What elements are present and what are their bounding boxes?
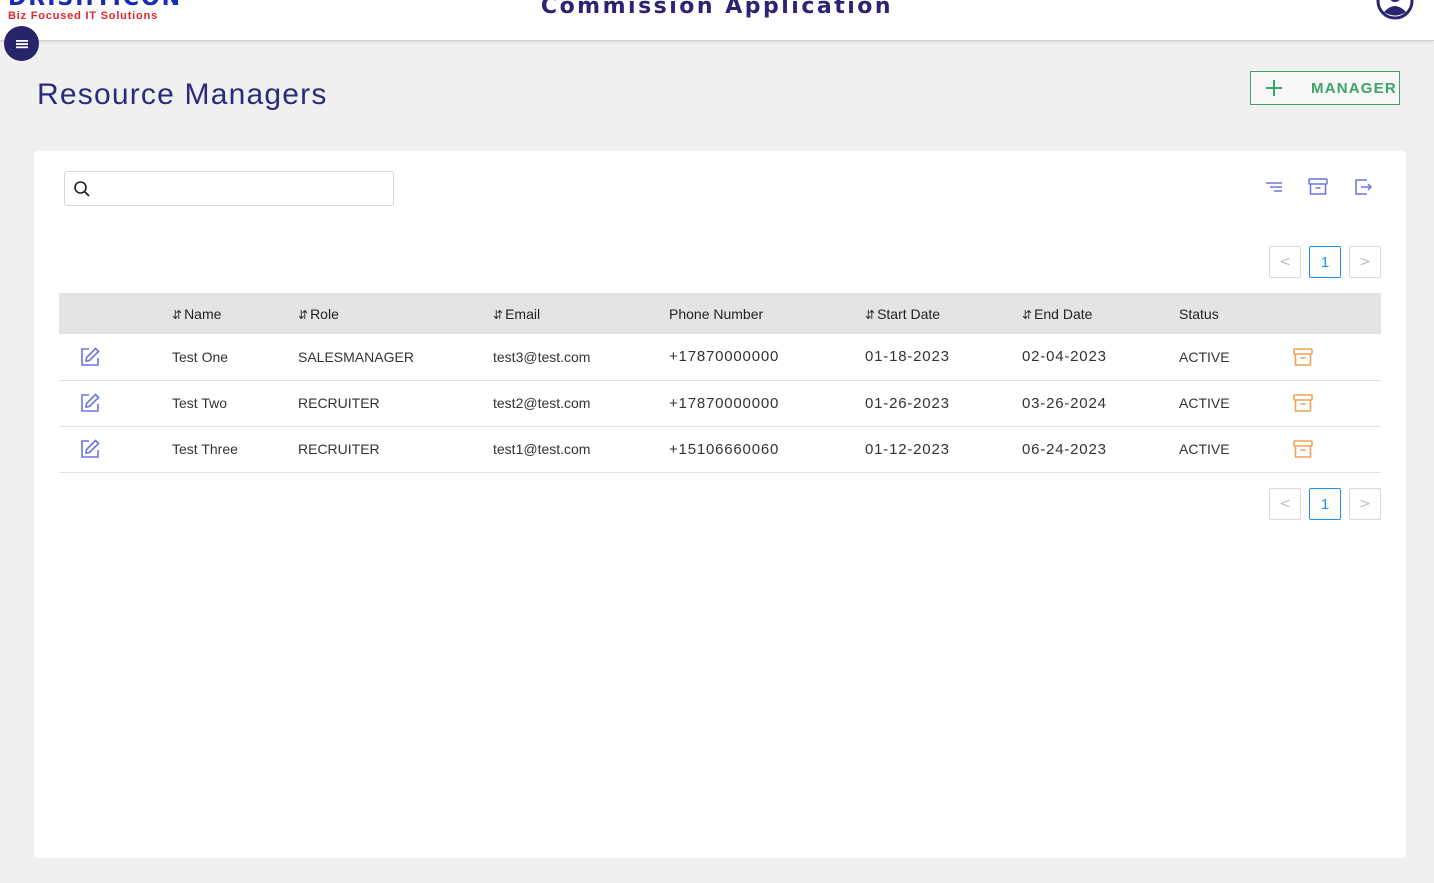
header-end-date[interactable]: ⇵ End Date [1022,293,1179,334]
cell-start-date: 01-26-2023 [865,394,950,412]
cell-email: test2@test.com [493,395,591,411]
cell-name: Test One [172,348,229,365]
header-email[interactable]: ⇵ Email [493,293,669,334]
cell-role: RECRUITER [298,441,380,457]
header-actions [59,293,172,334]
archive-row-icon[interactable] [1292,346,1314,368]
header-name[interactable]: ⇵ Name [172,293,298,334]
cell-email: test1@test.com [493,441,591,457]
edit-icon[interactable] [79,346,101,368]
table-row: Test One SALESMANAGER test3@test.com +17… [59,334,1381,380]
sort-icon: ⇵ [298,307,308,322]
app-title: Commission Application [540,0,894,19]
prev-page-button[interactable]: < [1269,246,1301,278]
cell-start-date: 01-18-2023 [865,348,950,366]
next-page-button[interactable]: > [1349,246,1381,278]
plus-icon [1266,80,1282,96]
header-phone: Phone Number [669,305,764,322]
table-row: Test Three RECRUITER test1@test.com +151… [59,426,1381,472]
cell-email: test3@test.com [493,348,591,365]
page-number-button[interactable]: 1 [1309,246,1341,278]
cell-end-date: 02-04-2023 [1022,348,1107,366]
cell-status: ACTIVE [1179,441,1230,457]
search-box [64,171,394,206]
managers-table: ⇵ Name ⇵ Role ⇵ Email Phone Number ⇵ Start D… [59,293,1381,473]
user-avatar-icon[interactable] [1376,0,1414,22]
hamburger-icon [15,39,28,48]
export-icon[interactable] [1352,177,1374,197]
header-archive [1292,293,1381,334]
cell-status: ACTIVE [1179,395,1230,411]
sort-icon: ⇵ [1022,307,1032,322]
managers-card: < 1 > ⇵ Name ⇵ Role ⇵ Email Phone Number ⇵ S… [34,151,1406,858]
cell-role: RECRUITER [298,395,380,411]
archive-row-icon[interactable] [1292,438,1314,460]
cell-end-date: 06-24-2023 [1022,440,1107,458]
sort-icon: ⇵ [172,307,182,322]
add-manager-label: MANAGER [1311,79,1397,97]
edit-icon[interactable] [79,438,101,460]
pagination-bottom: < 1 > [1269,488,1381,520]
cell-name: Test Three [172,441,238,457]
sidebar-toggle-button[interactable] [4,26,39,61]
archive-icon[interactable] [1307,177,1329,197]
header-status: Status [1179,305,1219,322]
sort-icon: ⇵ [493,307,503,322]
table-row: Test Two RECRUITER test2@test.com +17870… [59,380,1381,426]
prev-page-button[interactable]: < [1269,488,1301,520]
cell-end-date: 03-26-2024 [1022,394,1107,412]
header-role[interactable]: ⇵ Role [298,293,493,334]
edit-icon[interactable] [79,392,101,414]
page-title: Resource Managers [37,78,328,111]
header-start-date[interactable]: ⇵ Start Date [865,293,1022,334]
cell-phone: +17870000000 [669,394,780,412]
cell-start-date: 01-12-2023 [865,440,950,458]
top-bar: DRISHTICON Biz Focused IT Solutions Comm… [0,0,1434,41]
pagination-top: < 1 > [1269,246,1381,278]
filter-icon[interactable] [1263,177,1285,197]
cell-status: ACTIVE [1179,348,1230,365]
sort-icon: ⇵ [865,307,875,322]
table-header-row: ⇵ Name ⇵ Role ⇵ Email Phone Number ⇵ Start D… [59,293,1381,334]
add-manager-button[interactable]: MANAGER [1250,71,1400,105]
cell-role: SALESMANAGER [298,348,414,365]
search-input[interactable] [99,176,389,202]
search-icon [74,181,90,197]
cell-phone: +17870000000 [669,348,780,366]
archive-row-icon[interactable] [1292,392,1314,414]
next-page-button[interactable]: > [1349,488,1381,520]
cell-name: Test Two [172,395,227,411]
page-number-button[interactable]: 1 [1309,488,1341,520]
cell-phone: +15106660060 [669,440,780,458]
